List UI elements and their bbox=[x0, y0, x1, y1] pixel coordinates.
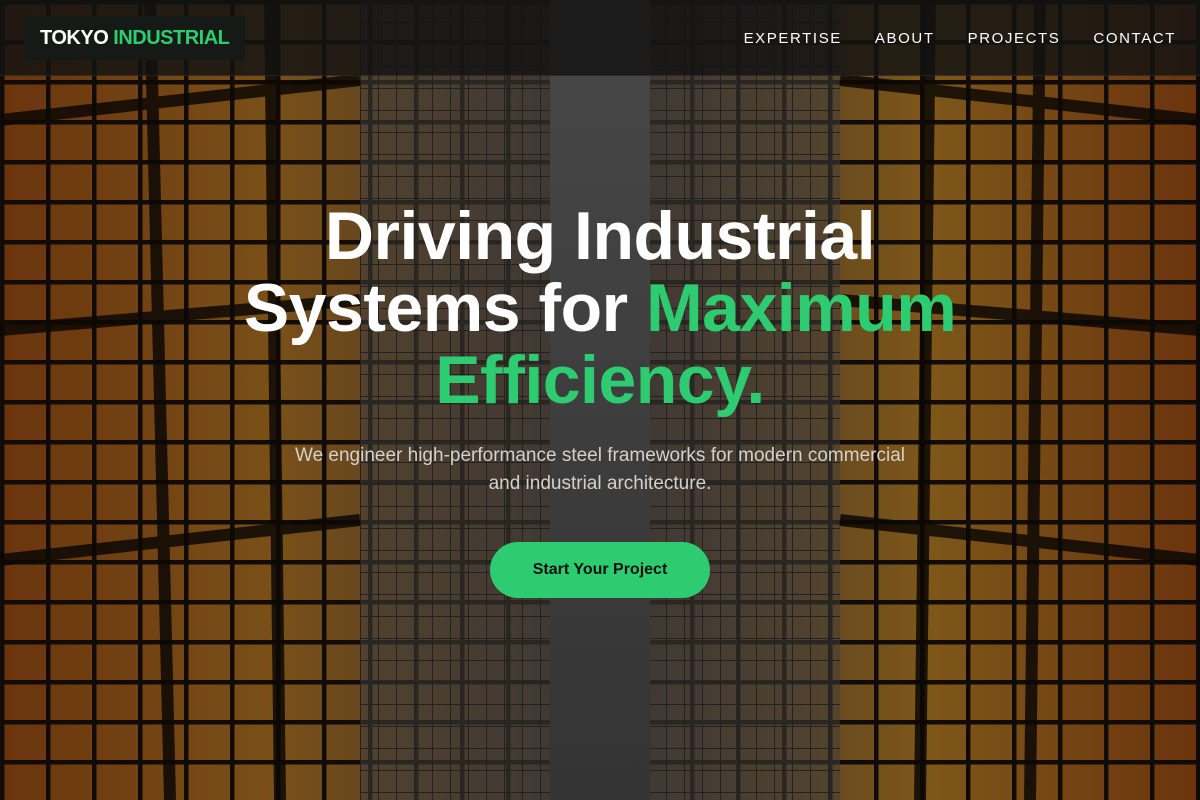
heading-line-2: Systems for bbox=[243, 270, 628, 346]
heading-highlight-2: Efficiency. bbox=[435, 342, 765, 418]
nav-link-about[interactable]: ABOUT bbox=[875, 30, 935, 47]
brand-name: TOKYO bbox=[40, 26, 109, 49]
heading-line-1: Driving Industrial bbox=[324, 198, 876, 274]
brand-accent: INDUSTRIAL bbox=[113, 26, 230, 49]
nav-link-contact[interactable]: CONTACT bbox=[1093, 30, 1176, 47]
nav-link-projects[interactable]: PROJECTS bbox=[968, 30, 1061, 47]
brand-logo[interactable]: TOKYO INDUSTRIAL bbox=[24, 16, 246, 60]
hero-heading: Driving Industrial Systems for Maximum E… bbox=[0, 200, 1200, 416]
heading-highlight-1: Maximum bbox=[646, 270, 957, 346]
top-navigation-bar: TOKYO INDUSTRIAL EXPERTISE ABOUT PROJECT… bbox=[0, 0, 1200, 76]
nav-link-expertise[interactable]: EXPERTISE bbox=[744, 30, 842, 47]
main-menu: EXPERTISE ABOUT PROJECTS CONTACT bbox=[744, 0, 1176, 76]
hero-subtitle: We engineer high-performance steel frame… bbox=[294, 445, 905, 494]
start-project-button[interactable]: Start Your Project bbox=[490, 542, 710, 598]
hero-content: Driving Industrial Systems for Maximum E… bbox=[0, 200, 1200, 598]
